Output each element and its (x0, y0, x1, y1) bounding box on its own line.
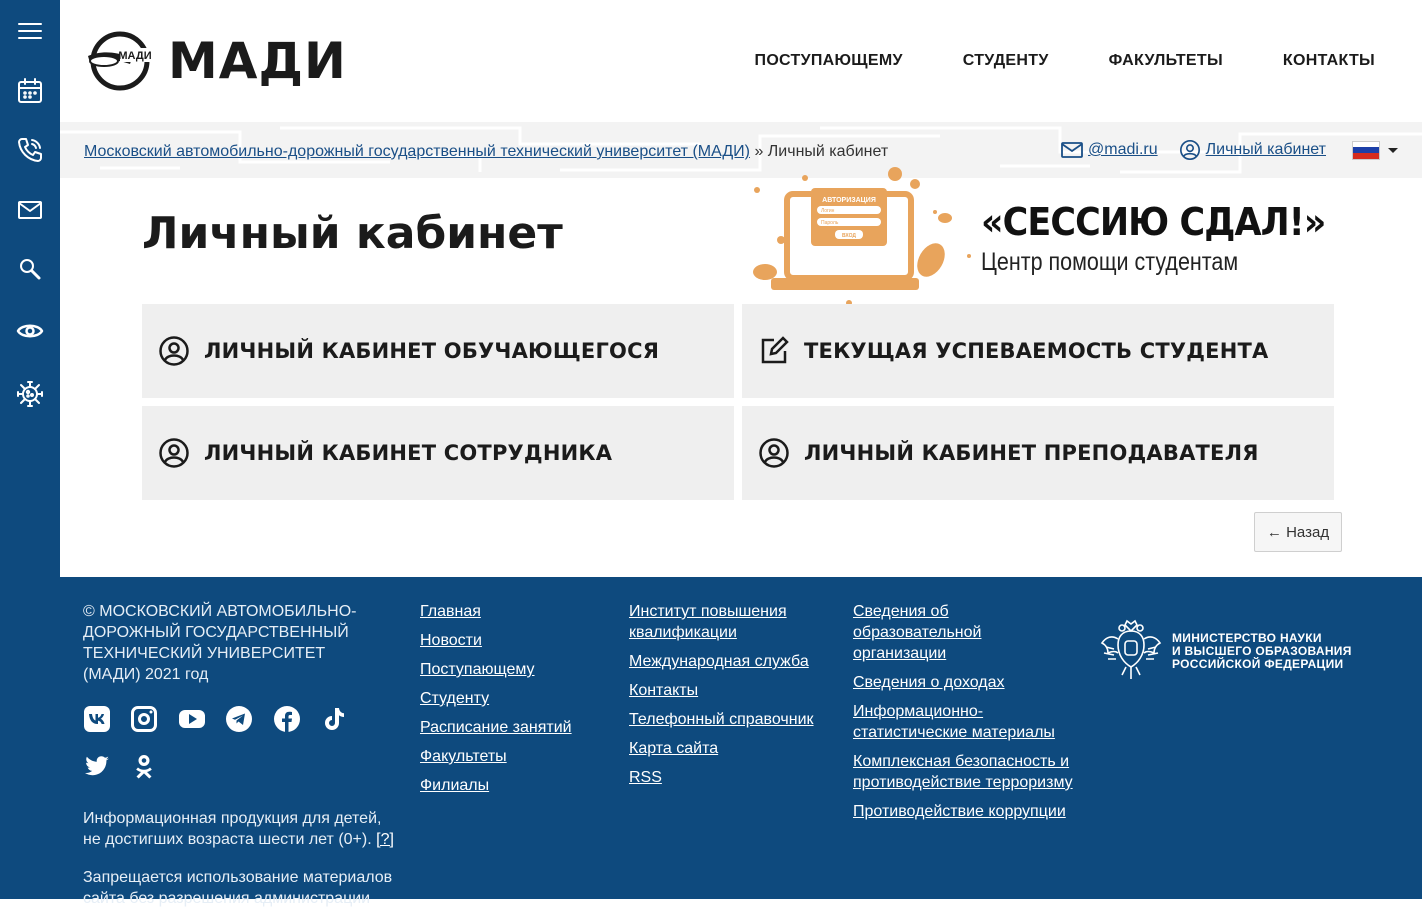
footer-link-schedule[interactable]: Расписание занятий (420, 717, 600, 738)
menu-icon[interactable] (10, 11, 50, 51)
vk-icon[interactable] (83, 705, 111, 733)
breadcrumb: Московский автомобильно-дорожный государ… (84, 143, 888, 161)
email-link[interactable]: @madi.ru (1060, 139, 1158, 161)
facebook-icon[interactable] (273, 705, 301, 733)
user-circle-icon (1179, 140, 1200, 160)
ministry-logo[interactable]: МИНИСТЕРСТВО НАУКИ И ВЫСШЕГО ОБРАЗОВАНИЯ… (1100, 617, 1352, 685)
footer-link-security[interactable]: Комплексная безопасность и противодейств… (853, 751, 1073, 793)
promo-banner[interactable]: АВТОРИЗАЦИЯ Логин Пароль ВХОД «СЕССИЮ СД… (745, 160, 1345, 320)
left-toolbar (0, 0, 60, 899)
coat-of-arms-icon (1100, 619, 1162, 679)
footer-link-contacts[interactable]: Контакты (629, 680, 829, 701)
svg-text:Логин: Логин (821, 208, 835, 214)
breadcrumb-home-link[interactable]: Московский автомобильно-дорожный государ… (84, 143, 750, 160)
tile-student-cabinet[interactable]: ЛИЧНЫЙ КАБИНЕТ ОБУЧАЮЩЕГОСЯ (142, 304, 734, 398)
ministry-text: МИНИСТЕРСТВО НАУКИ И ВЫСШЕГО ОБРАЗОВАНИЯ… (1172, 630, 1352, 671)
footer-links-info: Сведения об образовательной организации … (853, 601, 1073, 830)
tile-label: ЛИЧНЫЙ КАБИНЕТ СОТРУДНИКА (204, 441, 613, 465)
back-button[interactable]: ← Назад (1254, 512, 1342, 552)
personal-cabinet-label: Личный кабинет (1205, 141, 1326, 158)
footer-link-international[interactable]: Международная служба (629, 651, 829, 672)
usage-restriction: Запрещается использование материалов сай… (83, 869, 393, 907)
calendar-icon[interactable] (10, 71, 50, 111)
virus-icon[interactable] (10, 374, 50, 414)
footer-link-org-info[interactable]: Сведения об образовательной организации (853, 601, 1073, 664)
search-icon[interactable] (10, 249, 50, 289)
russian-flag-icon (1352, 140, 1380, 160)
telegram-icon[interactable] (225, 705, 253, 733)
madi-emblem-icon: МАДИ (88, 31, 152, 91)
tile-student-performance[interactable]: ТЕКУЩАЯ УСПЕВАЕМОСТЬ СТУДЕНТА (742, 304, 1334, 398)
envelope-icon (1061, 142, 1083, 158)
tile-employee-cabinet[interactable]: ЛИЧНЫЙ КАБИНЕТ СОТРУДНИКА (142, 406, 734, 500)
edit-icon (761, 336, 789, 364)
footer-links-main: Главная Новости Поступающему Студенту Ра… (420, 601, 600, 804)
mail-icon[interactable] (10, 190, 50, 230)
footer-link-statistics[interactable]: Информационно-статистические материалы (853, 701, 1073, 743)
phone-icon[interactable] (10, 130, 50, 170)
footer-link-students[interactable]: Студенту (420, 688, 600, 709)
svg-text:МАДИ: МАДИ (118, 50, 151, 62)
site-footer: © МОСКОВСКИЙ АВТОМОБИЛЬНО-ДОРОЖНЫЙ ГОСУД… (60, 577, 1422, 907)
tile-teacher-cabinet[interactable]: ЛИЧНЫЙ КАБИНЕТ ПРЕПОДАВАТЕЛЯ (742, 406, 1334, 500)
nav-contacts[interactable]: КОНТАКТЫ (1283, 52, 1375, 70)
odnoklassniki-icon[interactable] (130, 752, 158, 780)
page-title: Личный кабинет (142, 208, 563, 259)
svg-text:Пароль: Пароль (821, 220, 839, 226)
footer-link-anticorruption[interactable]: Противодействие коррупции (853, 801, 1073, 822)
age-notice-link[interactable]: [?] (376, 831, 394, 848)
tile-label: ТЕКУЩАЯ УСПЕВАЕМОСТЬ СТУДЕНТА (804, 339, 1269, 363)
promo-title: «СЕССИЮ СДАЛ!» (981, 200, 1326, 244)
youtube-icon[interactable] (178, 705, 206, 733)
svg-text:ВХОД: ВХОД (842, 233, 856, 239)
footer-link-rss[interactable]: RSS (629, 767, 829, 788)
chevron-down-icon (1388, 147, 1398, 153)
user-circle-icon (759, 438, 789, 468)
site-logo-text: МАДИ (168, 32, 347, 90)
nav-faculties[interactable]: ФАКУЛЬТЕТЫ (1109, 52, 1223, 70)
svg-text:АВТОРИЗАЦИЯ: АВТОРИЗАЦИЯ (822, 197, 876, 204)
utility-links: @madi.ru Личный кабинет (1060, 139, 1398, 161)
footer-link-applicants[interactable]: Поступающему (420, 659, 600, 680)
language-selector[interactable] (1352, 140, 1398, 160)
tile-label: ЛИЧНЫЙ КАБИНЕТ ОБУЧАЮЩЕГОСЯ (204, 339, 660, 363)
nav-applicants[interactable]: ПОСТУПАЮЩЕМУ (755, 52, 903, 70)
eye-icon[interactable] (10, 311, 50, 351)
footer-link-income[interactable]: Сведения о доходах (853, 672, 1073, 693)
tile-label: ЛИЧНЫЙ КАБИНЕТ ПРЕПОДАВАТЕЛЯ (804, 441, 1259, 465)
footer-link-qualification-institute[interactable]: Институт повышения квалификации (629, 601, 829, 643)
instagram-icon[interactable] (130, 705, 158, 733)
personal-cabinet-link[interactable]: Личный кабинет (1178, 139, 1326, 161)
footer-link-faculties[interactable]: Факультеты (420, 746, 600, 767)
footer-link-branches[interactable]: Филиалы (420, 775, 600, 796)
user-circle-icon (159, 438, 189, 468)
age-notice: Информационная продукция для детей, не д… (83, 808, 403, 850)
laptop-illustration: АВТОРИЗАЦИЯ Логин Пароль ВХОД (753, 167, 971, 318)
footer-link-news[interactable]: Новости (420, 630, 600, 651)
top-navigation: ПОСТУПАЮЩЕМУ СТУДЕНТУ ФАКУЛЬТЕТЫ КОНТАКТ… (695, 52, 1375, 70)
breadcrumb-separator: » (754, 143, 764, 160)
tiktok-icon[interactable] (320, 705, 348, 733)
breadcrumb-current: Личный кабинет (767, 143, 889, 160)
nav-students[interactable]: СТУДЕНТУ (963, 52, 1049, 70)
footer-link-sitemap[interactable]: Карта сайта (629, 738, 829, 759)
twitter-icon[interactable] (83, 752, 111, 780)
user-circle-icon (159, 336, 189, 366)
age-notice-text: Информационная продукция для детей, не д… (83, 810, 382, 848)
footer-links-services: Институт повышения квалификации Междунар… (629, 601, 829, 796)
email-link-label: @madi.ru (1088, 141, 1158, 158)
footer-link-home[interactable]: Главная (420, 601, 600, 622)
site-logo[interactable]: МАДИ МАДИ (84, 30, 347, 92)
footer-link-phonebook[interactable]: Телефонный справочник (629, 709, 829, 730)
footer-copyright: © МОСКОВСКИЙ АВТОМОБИЛЬНО-ДОРОЖНЫЙ ГОСУД… (83, 603, 357, 683)
site-header: МАДИ МАДИ ПОСТУПАЮЩЕМУ СТУДЕНТУ ФАКУЛЬТЕ… (60, 0, 1422, 122)
promo-subtitle: Центр помощи студентам (981, 248, 1239, 276)
